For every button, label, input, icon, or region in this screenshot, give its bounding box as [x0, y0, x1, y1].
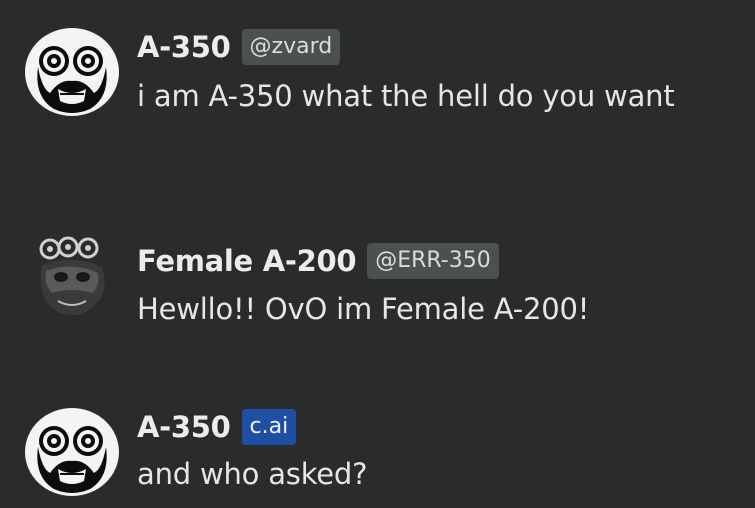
- author-handle-badge[interactable]: @zvard: [241, 29, 341, 65]
- a350-face-icon: [25, 408, 119, 496]
- a350-face-icon: [25, 28, 119, 116]
- message-header: A-350 c.ai: [137, 408, 297, 446]
- cai-badge: c.ai: [241, 409, 297, 445]
- a350-face-avatar[interactable]: [24, 407, 120, 497]
- author-handle-badge[interactable]: @ERR-350: [367, 243, 499, 279]
- chat-message: A-350 c.ai and who asked?: [0, 398, 755, 508]
- chat-message: A-350 @zvard i am A-350 what the hell do…: [0, 0, 755, 170]
- author-name[interactable]: A-350: [137, 410, 231, 444]
- message-text: Hewllo!! OvO im Female A-200!: [137, 292, 590, 326]
- message-text: i am A-350 what the hell do you want: [137, 79, 675, 113]
- message-header: A-350 @zvard: [137, 28, 341, 66]
- author-name[interactable]: Female A-200: [137, 244, 357, 278]
- message-header: Female A-200 @ERR-350: [137, 242, 499, 280]
- author-name[interactable]: A-350: [137, 30, 231, 64]
- female-a200-avatar[interactable]: [34, 235, 110, 316]
- message-text: and who asked?: [137, 457, 368, 491]
- chat-message: Female A-200 @ERR-350 Hewllo!! OvO im Fe…: [0, 225, 755, 345]
- a350-face-avatar[interactable]: [24, 27, 120, 117]
- female-a200-icon: [39, 236, 105, 316]
